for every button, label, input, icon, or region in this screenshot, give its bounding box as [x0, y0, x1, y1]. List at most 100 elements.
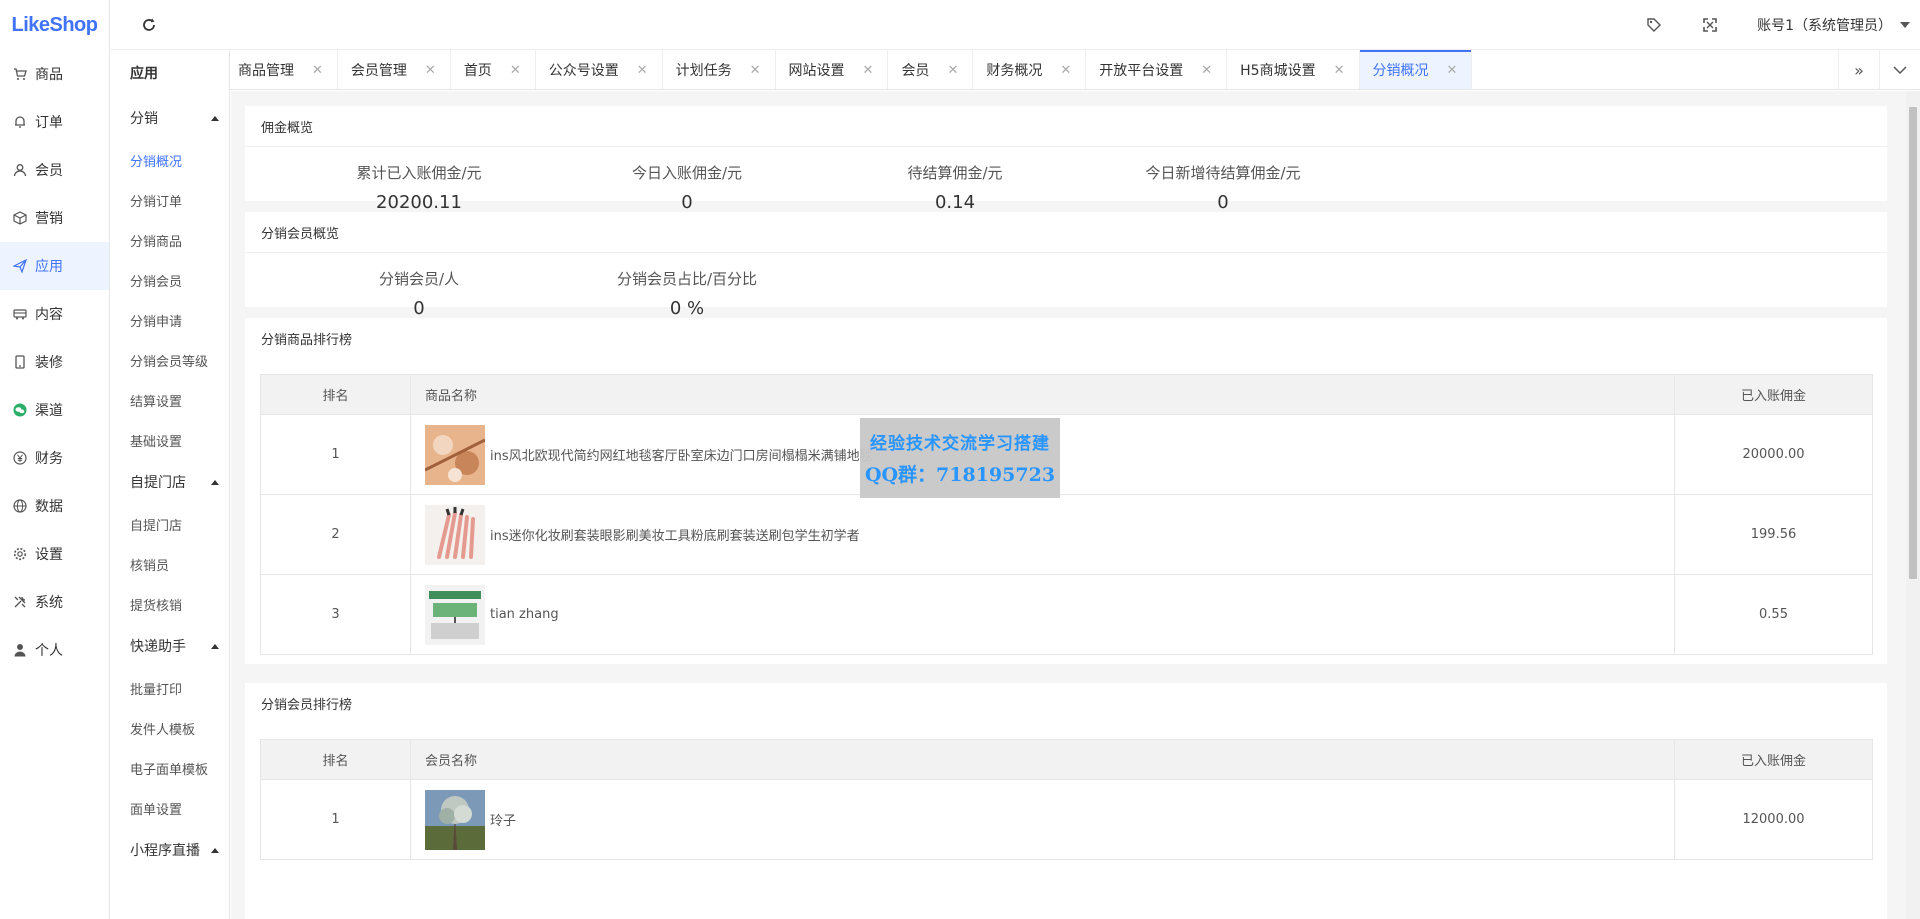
sub-group-header[interactable]: 小程序直播 — [111, 828, 229, 872]
sub-group-label: 分销 — [130, 111, 158, 127]
sub-group-header[interactable]: 自提门店 — [111, 460, 229, 504]
scrollbar[interactable] — [1906, 91, 1920, 919]
sub-group-header[interactable]: 分销 — [111, 96, 229, 140]
column-header: 会员名称 — [411, 740, 1675, 779]
stat-value: 0 — [1217, 192, 1229, 213]
wechat-icon — [13, 403, 27, 417]
column-header: 已入账佣金 — [1675, 740, 1872, 779]
goods-rank-table: 排名 商品名称 已入账佣金 1 ins风北欧现代简约网红地毯客厅卧室床边门口房间榻榻米满… — [260, 374, 1873, 655]
tab-label: H5商城设置 — [1240, 63, 1316, 79]
logo[interactable]: LikeShop — [0, 0, 109, 50]
sub-menu-item[interactable]: 发件人模板 — [111, 708, 229, 748]
member-rank-title: 分销会员排行榜 — [261, 698, 353, 713]
close-icon[interactable]: ✕ — [1201, 63, 1212, 78]
close-icon[interactable]: ✕ — [1334, 63, 1345, 78]
nav-item-send[interactable]: 应用 — [0, 242, 109, 290]
sub-menu-item[interactable]: 分销商品 — [111, 220, 229, 260]
nav-item-cube[interactable]: 营销 — [0, 194, 109, 242]
nav-item-gear[interactable]: 设置 — [0, 530, 109, 578]
nav-item-bell[interactable]: 订单 — [0, 98, 109, 146]
close-icon[interactable]: ✕ — [425, 63, 436, 78]
amount-cell: 20000.00 — [1742, 447, 1805, 462]
tab-label: 会员 — [901, 63, 930, 79]
tab-2[interactable]: 会员管理 ✕ — [338, 50, 451, 89]
table-row: 1 玲子 12000.00 — [261, 780, 1872, 859]
nav-item-user[interactable]: 会员 — [0, 146, 109, 194]
tab-3[interactable]: 首页 ✕ — [451, 50, 536, 89]
tab-5[interactable]: 计划任务 ✕ — [663, 50, 776, 89]
nav-item-label: 会员 — [35, 163, 63, 179]
table-header-row: 排名 商品名称 已入账佣金 — [261, 375, 1872, 415]
nav-item-yen[interactable]: 财务 — [0, 434, 109, 482]
sub-menu-item[interactable]: 核销员 — [111, 544, 229, 584]
close-icon[interactable]: ✕ — [312, 63, 323, 78]
sub-menu-item[interactable]: 分销申请 — [111, 300, 229, 340]
sub-menu-item[interactable]: 结算设置 — [111, 380, 229, 420]
goods-rank-card: 分销商品排行榜 排名 商品名称 已入账佣金 1 ins风北欧现代简约网红地毯客厅卧室床边… — [245, 318, 1887, 664]
sub-menu-item[interactable]: 自提门店 — [111, 504, 229, 544]
stat-label: 今日入账佣金/元 — [631, 164, 743, 182]
nav-item-bus[interactable]: 内容 — [0, 290, 109, 338]
sub-menu-item[interactable]: 提货核销 — [111, 584, 229, 624]
cart-icon — [13, 67, 27, 81]
name-cell: tian zhang — [411, 575, 1675, 654]
send-icon — [13, 259, 27, 273]
tab-10[interactable]: H5商城设置 ✕ — [1227, 50, 1360, 89]
stat-block: 待结算佣金/元 0.14 — [821, 147, 1089, 213]
stat-value: 0 % — [669, 298, 705, 319]
account-menu[interactable]: 账号1（系统管理员） — [1757, 15, 1910, 35]
tag-icon[interactable] — [1645, 16, 1663, 34]
fullscreen-icon[interactable] — [1701, 16, 1719, 34]
close-icon[interactable]: ✕ — [1060, 63, 1071, 78]
goods-rank-title: 分销商品排行榜 — [261, 333, 353, 348]
tab-1[interactable]: 商品管理 ✕ — [225, 50, 338, 89]
tab-9[interactable]: 开放平台设置 ✕ — [1086, 50, 1228, 89]
table-header-row: 排名 会员名称 已入账佣金 — [261, 740, 1872, 780]
nav-item-tools[interactable]: 系统 — [0, 578, 109, 626]
close-icon[interactable]: ✕ — [1447, 63, 1458, 78]
stat-block: 今日新增待结算佣金/元 0 — [1089, 147, 1357, 213]
nav-item-person[interactable]: 个人 — [0, 626, 109, 674]
tab-4[interactable]: 公众号设置 ✕ — [536, 50, 663, 89]
watermark: 经验技术交流学习搭建 QQ群：718195723 — [860, 418, 1060, 498]
close-icon[interactable]: ✕ — [637, 63, 648, 78]
sub-menu-item[interactable]: 电子面单模板 — [111, 748, 229, 788]
nav-item-globe[interactable]: 数据 — [0, 482, 109, 530]
tab-6[interactable]: 网站设置 ✕ — [776, 50, 889, 89]
sub-menu-item[interactable]: 批量打印 — [111, 668, 229, 708]
bell-icon — [13, 115, 27, 129]
sub-menu-item[interactable]: 基础设置 — [111, 420, 229, 460]
account-name: 账号1（系统管理员） — [1757, 17, 1892, 34]
sub-menu-item[interactable]: 分销会员等级 — [111, 340, 229, 380]
sub-menu-item[interactable]: 分销概况 — [111, 140, 229, 180]
sub-menu-item[interactable]: 面单设置 — [111, 788, 229, 828]
close-icon[interactable]: ✕ — [863, 63, 874, 78]
member-rank-table: 排名 会员名称 已入账佣金 1 玲子 12000.00 — [260, 739, 1873, 860]
tab-bar: « 工作台商品管理✕会员管理✕首页✕公众号设置✕计划任务✕网站设置✕会员✕财务概… — [111, 50, 1920, 90]
main-content: 佣金概览 累计已入账佣金/元 20200.11 今日入账佣金/元 0 待结算佣金/元 0.… — [231, 91, 1906, 919]
nav-item-label: 个人 — [35, 643, 63, 659]
close-icon[interactable]: ✕ — [510, 63, 521, 78]
tab-8[interactable]: 财务概况 ✕ — [973, 50, 1087, 89]
sub-menu-item[interactable]: 分销订单 — [111, 180, 229, 220]
column-header: 已入账佣金 — [1675, 375, 1872, 414]
nav-item-wechat[interactable]: 渠道 — [0, 386, 109, 434]
nav-item-cart[interactable]: 商品 — [0, 50, 109, 98]
refresh-icon[interactable] — [139, 15, 159, 35]
nav-item-label: 内容 — [35, 307, 63, 323]
nav-item-phone[interactable]: 装修 — [0, 338, 109, 386]
sub-menu-item[interactable]: 分销会员 — [111, 260, 229, 300]
rank-cell: 2 — [261, 495, 411, 574]
tabs-scroll-right-icon[interactable]: » — [1838, 50, 1879, 90]
close-icon[interactable]: ✕ — [750, 63, 761, 78]
sub-group-header[interactable]: 快递助手 — [111, 624, 229, 668]
rank-cell: 1 — [261, 780, 411, 859]
scrollbar-thumb[interactable] — [1909, 107, 1917, 579]
nav-item-label: 数据 — [35, 499, 63, 515]
tab-label: 分销概况 — [1372, 63, 1429, 79]
tab-11[interactable]: 分销概况 ✕ — [1359, 50, 1473, 89]
tab-label: 开放平台设置 — [1099, 63, 1184, 79]
tabs-menu-chevron-down-icon[interactable] — [1879, 50, 1920, 90]
tab-7[interactable]: 会员 ✕ — [888, 50, 974, 89]
close-icon[interactable]: ✕ — [947, 63, 958, 78]
